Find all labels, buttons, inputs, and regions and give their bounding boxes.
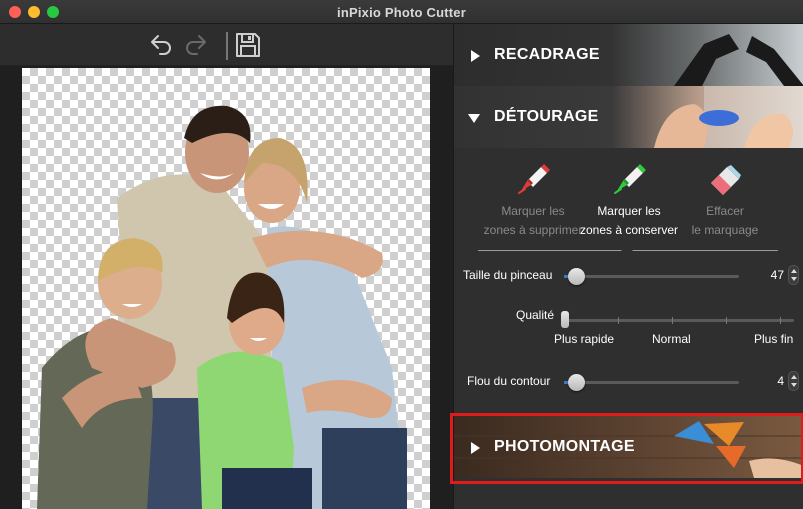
edge-blur-slider[interactable] xyxy=(564,374,739,391)
tool-mark-remove-label: Marquer les zones à supprimer xyxy=(483,204,583,237)
quality-knob[interactable] xyxy=(561,311,569,328)
brush-size-value: 47 xyxy=(770,268,784,282)
red-marker-icon xyxy=(518,164,550,194)
quality-high-label: Plus fin xyxy=(754,332,794,346)
edge-blur-stepper[interactable] xyxy=(788,371,799,391)
redo-button[interactable] xyxy=(183,31,211,59)
section-detourage-header[interactable]: DÉTOURAGE xyxy=(454,86,803,148)
quality-label: Qualité xyxy=(516,308,555,322)
section-recadrage-label: RECADRAGE xyxy=(494,46,600,63)
tool-erase[interactable]: Effacer le marquage xyxy=(675,155,775,245)
active-tool-indicator xyxy=(621,245,633,251)
save-icon xyxy=(236,33,260,57)
tool-mark-remove[interactable]: Marquer les zones à supprimer xyxy=(483,155,583,245)
section-recadrage-header[interactable]: RECADRAGE xyxy=(454,24,803,86)
stepper-up-icon[interactable] xyxy=(791,375,797,379)
quality-mid-label: Normal xyxy=(652,332,691,346)
undo-icon xyxy=(151,35,171,55)
quality-tick xyxy=(672,317,673,324)
title-bar: inPixio Photo Cutter xyxy=(0,0,803,24)
brush-size-stepper[interactable] xyxy=(788,265,799,285)
canvas-area[interactable] xyxy=(0,66,453,509)
stepper-up-icon[interactable] xyxy=(791,269,797,273)
eraser-icon xyxy=(711,165,741,195)
transparent-canvas[interactable] xyxy=(22,68,430,509)
family-photo xyxy=(37,105,407,509)
save-button[interactable] xyxy=(234,31,262,59)
stepper-down-icon[interactable] xyxy=(791,277,797,281)
edge-blur-row: Flou du contour 4 xyxy=(454,370,803,394)
quality-slider[interactable] xyxy=(564,319,794,322)
undo-button[interactable] xyxy=(146,31,174,59)
brush-size-knob[interactable] xyxy=(568,268,585,285)
quality-tick xyxy=(780,317,781,324)
right-panel: RECADRAGE DÉTOURAGE Marquer les zones à … xyxy=(450,24,803,509)
app-window: inPixio Photo Cutter RECADRAGE DÉTOURAGE… xyxy=(0,0,803,509)
quality-low-label: Plus rapide xyxy=(554,332,615,346)
brush-size-row: Taille du pinceau 47 xyxy=(454,264,803,288)
window-title: inPixio Photo Cutter xyxy=(337,5,466,20)
tool-erase-label: Effacer le marquage xyxy=(691,204,759,237)
edge-blur-label: Flou du contour xyxy=(467,374,551,388)
brush-size-label: Taille du pinceau xyxy=(463,268,553,282)
quality-tick xyxy=(618,317,619,324)
edge-blur-knob[interactable] xyxy=(568,374,585,391)
chevron-right-icon xyxy=(471,50,480,62)
stepper-down-icon[interactable] xyxy=(791,383,797,387)
brush-size-slider[interactable] xyxy=(564,268,739,285)
toolbar xyxy=(0,24,453,66)
redo-icon xyxy=(186,35,206,55)
green-marker-icon xyxy=(614,164,646,194)
toolbar-divider xyxy=(226,32,228,60)
marking-tools: Marquer les zones à supprimer Marquer le… xyxy=(454,155,803,255)
edge-blur-value: 4 xyxy=(777,374,784,388)
tool-mark-keep-label: Marquer les zones à conserver xyxy=(579,204,679,237)
tool-mark-keep[interactable]: Marquer les zones à conserver xyxy=(579,155,679,245)
section-detourage-label: DÉTOURAGE xyxy=(494,108,599,125)
highlight-frame xyxy=(450,413,803,484)
quality-tick xyxy=(726,317,727,324)
chevron-down-icon xyxy=(468,114,480,123)
